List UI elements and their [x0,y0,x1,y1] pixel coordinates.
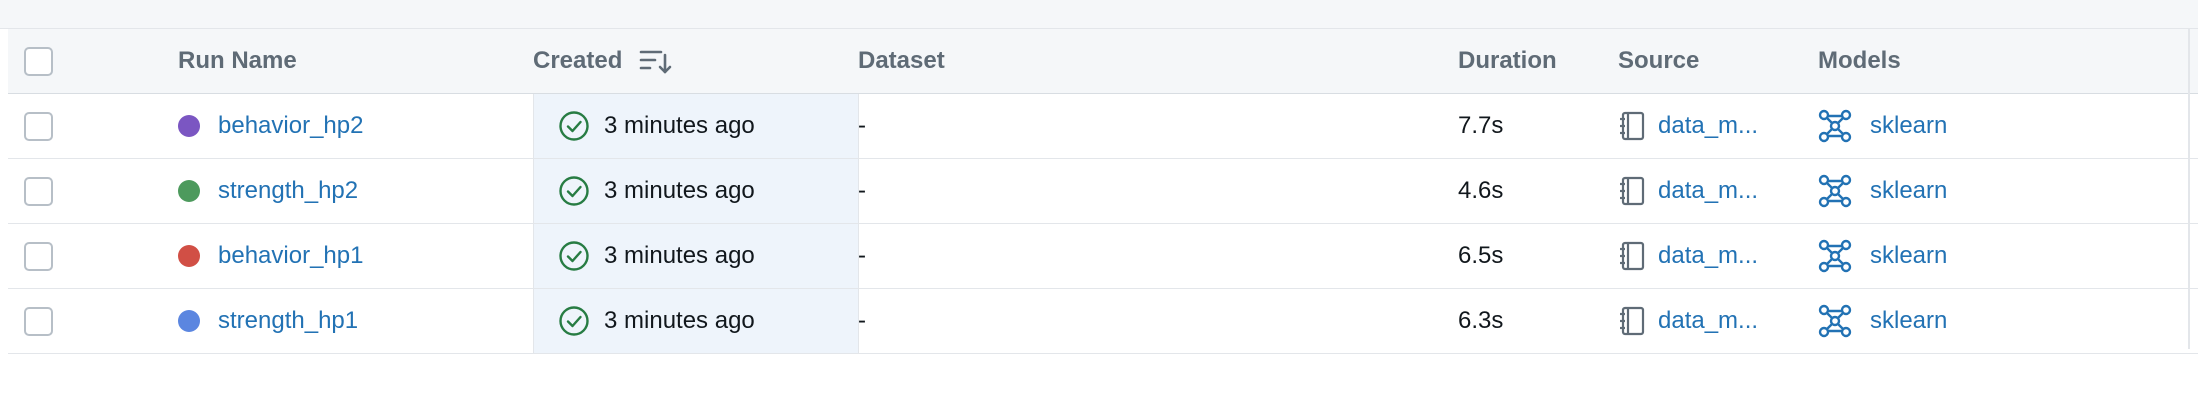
created-cell: 3 minutes ago [533,289,859,353]
row-select-cell [24,94,84,158]
run-color-dot[interactable] [178,180,200,202]
check-circle-icon [559,111,589,141]
created-time: 3 minutes ago [604,112,755,139]
created-time: 3 minutes ago [604,177,755,204]
created-time: 3 minutes ago [604,242,755,269]
source-link[interactable]: data_m... [1658,307,1758,335]
source-cell: data_m... [1618,94,1808,158]
table-row: behavior_hp2 3 minutes ago - 7.7s data_m… [8,94,2198,159]
notebook-icon [1620,241,1645,271]
run-name-link[interactable]: behavior_hp1 [218,242,363,270]
header-models[interactable]: Models [1818,29,2168,93]
row-checkbox[interactable] [24,241,53,271]
model-graph-icon [1818,239,1852,273]
row-select-cell [24,224,84,288]
model-link[interactable]: sklearn [1870,307,1947,335]
run-name-link[interactable]: strength_hp2 [218,177,358,205]
model-graph-icon [1818,109,1852,143]
table-row: strength_hp1 3 minutes ago - 6.3s data_m… [8,289,2198,354]
table-body: behavior_hp2 3 minutes ago - 7.7s data_m… [8,94,2198,354]
model-graph-icon [1818,304,1852,338]
header-select-cell [24,29,84,93]
dataset-cell: - [858,94,1408,158]
source-link[interactable]: data_m... [1658,177,1758,205]
table-header-row: Run Name Created Dataset Duration Source… [8,29,2198,94]
row-select-cell [24,159,84,223]
runs-table: Run Name Created Dataset Duration Source… [8,29,2198,354]
toolbar-band [0,0,2198,29]
duration-value: 4.6s [1458,177,1504,204]
dataset-cell: - [858,289,1408,353]
header-dataset[interactable]: Dataset [858,29,1408,93]
created-cell: 3 minutes ago [533,224,859,288]
check-circle-icon [559,306,589,336]
sort-descending-icon[interactable] [638,46,672,76]
source-cell: data_m... [1618,289,1808,353]
header-run-name[interactable]: Run Name [178,29,538,93]
row-checkbox[interactable] [24,111,53,141]
check-circle-icon [559,176,589,206]
dataset-value: - [858,177,866,204]
run-color-dot[interactable] [178,310,200,332]
run-color-dot[interactable] [178,115,200,137]
run-name-cell: behavior_hp2 [178,94,538,158]
row-checkbox[interactable] [24,306,53,336]
notebook-icon [1620,306,1645,336]
run-name-cell: strength_hp1 [178,289,538,353]
header-source[interactable]: Source [1618,29,1808,93]
header-created-label: Created [533,47,623,74]
dataset-cell: - [858,224,1408,288]
dataset-value: - [858,307,866,334]
source-link[interactable]: data_m... [1658,112,1758,140]
created-cell: 3 minutes ago [533,159,859,223]
run-name-cell: strength_hp2 [178,159,538,223]
row-select-cell [24,289,84,353]
model-link[interactable]: sklearn [1870,242,1947,270]
models-cell: sklearn [1818,94,2168,158]
source-cell: data_m... [1618,224,1808,288]
check-circle-icon [559,241,589,271]
row-checkbox[interactable] [24,176,53,206]
run-color-dot[interactable] [178,245,200,267]
dataset-value: - [858,242,866,269]
dataset-value: - [858,112,866,139]
notebook-icon [1620,176,1645,206]
run-name-cell: behavior_hp1 [178,224,538,288]
models-cell: sklearn [1818,289,2168,353]
select-all-checkbox[interactable] [24,46,53,76]
table-row: strength_hp2 3 minutes ago - 4.6s data_m… [8,159,2198,224]
source-link[interactable]: data_m... [1658,242,1758,270]
run-name-link[interactable]: strength_hp1 [218,307,358,335]
dataset-cell: - [858,159,1408,223]
table-right-border [2188,29,2190,349]
table-row: behavior_hp1 3 minutes ago - 6.5s data_m… [8,224,2198,289]
header-duration[interactable]: Duration [1458,29,1608,93]
models-cell: sklearn [1818,159,2168,223]
created-time: 3 minutes ago [604,307,755,334]
model-link[interactable]: sklearn [1870,112,1947,140]
run-name-link[interactable]: behavior_hp2 [218,112,363,140]
notebook-icon [1620,111,1645,141]
models-cell: sklearn [1818,224,2168,288]
model-link[interactable]: sklearn [1870,177,1947,205]
duration-value: 7.7s [1458,112,1504,139]
duration-value: 6.3s [1458,307,1504,334]
source-cell: data_m... [1618,159,1808,223]
duration-value: 6.5s [1458,242,1504,269]
model-graph-icon [1818,174,1852,208]
header-created[interactable]: Created [533,29,833,93]
created-cell: 3 minutes ago [533,94,859,158]
